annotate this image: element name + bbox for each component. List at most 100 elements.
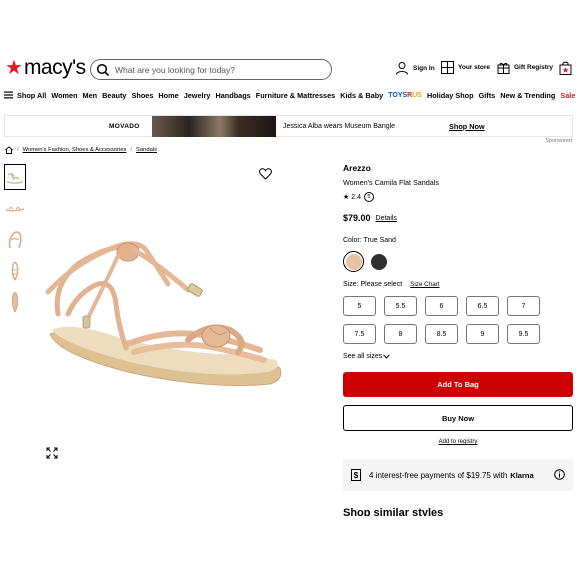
home-icon[interactable] <box>5 146 13 154</box>
product-brand[interactable]: Arezzo <box>343 162 575 174</box>
nav-item-handbags[interactable]: Handbags <box>215 91 250 100</box>
toysrus-logo[interactable]: TOYSRUS <box>388 92 422 99</box>
nav-item-home[interactable]: Home <box>158 91 178 100</box>
breadcrumb-womens-fashion[interactable]: Women's Fashion, Shoes & Accessories <box>23 147 127 153</box>
svg-text:★: ★ <box>562 67 569 75</box>
nav-item-furniture[interactable]: Furniture & Mattresses <box>256 91 335 100</box>
sponsored-label: Sponsored <box>545 138 572 144</box>
star-logo-icon: ★ <box>5 57 23 79</box>
product-main-image[interactable] <box>38 164 328 464</box>
thumbnail-list <box>4 164 26 319</box>
size-button[interactable]: 8 <box>384 324 417 344</box>
swatch-fill <box>345 253 362 270</box>
size-button[interactable]: 8.5 <box>425 324 458 344</box>
nav-item-jewelry[interactable]: Jewelry <box>184 91 211 100</box>
size-chart-link[interactable]: Size Chart <box>410 281 439 288</box>
product-price: $79.00 <box>343 213 371 223</box>
nav-item-holiday-shop[interactable]: Holiday Shop <box>427 91 474 100</box>
size-button[interactable]: 5 <box>343 296 376 316</box>
svg-text:$: $ <box>354 471 359 480</box>
bag-button[interactable]: ★ <box>559 61 576 75</box>
thumbnail-4[interactable] <box>4 257 26 283</box>
product-name: Women's Camila Flat Sandals <box>343 178 439 187</box>
shop-all-menu[interactable]: Shop All <box>4 91 46 100</box>
thumbnail-3[interactable] <box>4 226 26 252</box>
star-icon: ★ <box>343 194 350 201</box>
info-icon[interactable] <box>554 469 565 480</box>
your-store-link[interactable]: Your store <box>441 61 490 74</box>
add-to-bag-button[interactable]: Add To Bag <box>343 372 573 397</box>
toysrus-logo-part: US <box>412 91 422 99</box>
chevron-down-icon <box>383 354 391 359</box>
swatch-fill <box>370 253 387 270</box>
size-button[interactable]: 5.5 <box>384 296 417 316</box>
size-button[interactable]: 9.5 <box>507 324 540 344</box>
toysrus-logo-part: TOYS <box>388 91 408 99</box>
rating-count: 5 <box>364 192 375 202</box>
gift-registry-link[interactable]: Gift Registry <box>497 61 553 74</box>
product-details: Arezzo Women's Camila Flat Sandals ★ 2.4… <box>343 162 575 516</box>
sign-in-label: Sign In <box>413 64 435 72</box>
color-swatch-true-sand[interactable] <box>343 251 364 272</box>
size-button[interactable]: 6.5 <box>466 296 499 316</box>
size-button[interactable]: 7 <box>507 296 540 316</box>
your-store-label: Your store <box>458 64 491 71</box>
hamburger-menu-icon <box>4 91 13 99</box>
size-button[interactable]: 7.5 <box>343 324 376 344</box>
expand-icon[interactable] <box>46 447 58 459</box>
details-link[interactable]: Details <box>376 215 397 222</box>
size-row: Size: Please select Size Chart <box>343 281 575 288</box>
gift-registry-label: Gift Registry <box>514 64 554 71</box>
nav-item-new-trending[interactable]: New & Trending <box>500 91 555 100</box>
shop-similar-heading: Shop similar styles <box>343 507 444 516</box>
breadcrumb-separator: / <box>130 147 133 153</box>
size-button[interactable]: 6 <box>425 296 458 316</box>
main-nav: Shop All Women Men Beauty Shoes Home Jew… <box>0 88 580 102</box>
nav-item-shop-all: Shop All <box>17 90 47 100</box>
color-label: Color: True Sand <box>343 237 396 244</box>
store-icon <box>441 61 454 74</box>
see-all-sizes-link[interactable]: See all sizes <box>343 353 575 360</box>
size-grid: 5 5.5 6 6.5 7 7.5 8 8.5 9 9.5 <box>343 296 575 344</box>
nav-item-men[interactable]: Men <box>83 91 98 100</box>
breadcrumb-separator: / <box>17 147 19 153</box>
see-all-sizes-label: See all sizes <box>343 353 383 360</box>
klarna-payment-box: $ 4 interest-free payments of $19.75 wit… <box>343 459 573 491</box>
search-icon <box>96 63 110 76</box>
banner-image <box>152 116 276 137</box>
nav-item-beauty[interactable]: Beauty <box>102 91 126 100</box>
nav-item-women[interactable]: Women <box>51 91 77 100</box>
promo-banner[interactable]: MOVADO Jessica Alba wears Museum Bangle … <box>4 115 573 137</box>
thumbnail-5[interactable] <box>4 288 26 314</box>
banner-shop-now-link[interactable]: Shop Now <box>449 122 485 131</box>
user-icon <box>396 62 408 75</box>
search-bar[interactable] <box>90 59 332 80</box>
nav-item-sale[interactable]: Sale <box>560 91 575 100</box>
buy-now-button[interactable]: Buy Now <box>343 405 573 431</box>
search-input[interactable] <box>115 64 315 75</box>
macys-logo[interactable]: ★ macy's <box>5 56 86 79</box>
color-swatch-black[interactable] <box>368 251 389 272</box>
nav-item-shoes[interactable]: Shoes <box>132 91 154 100</box>
klarna-logo: Klarna <box>510 470 534 480</box>
banner-brand: MOVADO <box>109 122 140 130</box>
product-rating[interactable]: ★ 2.4 5 <box>343 192 575 202</box>
breadcrumb: / Women's Fashion, Shoes & Accessories /… <box>5 146 157 154</box>
klarna-text: 4 interest-free payments of $19.75 with <box>369 470 508 480</box>
shopping-bag-icon: ★ <box>559 61 572 75</box>
nav-item-kids-baby[interactable]: Kids & Baby <box>340 91 383 100</box>
sign-in-link[interactable]: Sign In <box>395 61 435 75</box>
breadcrumb-sandals[interactable]: Sandals <box>136 147 157 153</box>
thumbnail-2[interactable] <box>4 195 26 221</box>
size-label: Size: Please select <box>343 281 403 288</box>
color-swatches <box>343 251 575 272</box>
site-header: ★ macy's Sign In Your store Gift Registr… <box>0 52 580 88</box>
logo-text: macy's <box>23 56 86 79</box>
rating-value: 2.4 <box>351 193 362 201</box>
size-button[interactable]: 9 <box>466 324 499 344</box>
nav-item-gifts[interactable]: Gifts <box>479 91 496 100</box>
dollar-receipt-icon: $ <box>351 469 361 481</box>
add-to-registry-link[interactable]: Add to registry <box>343 439 573 445</box>
thumbnail-1[interactable] <box>4 164 26 190</box>
heart-icon[interactable] <box>259 168 272 180</box>
